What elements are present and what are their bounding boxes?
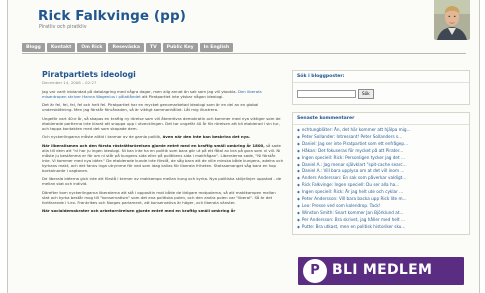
arrow-icon: ◆	[297, 196, 300, 202]
join-banner[interactable]: P BLI MEDLEM	[298, 257, 464, 285]
comment-item[interactable]: ◆ Daniel A.: Vill bara upplysa om at det …	[293, 168, 469, 175]
comment-item[interactable]: ◆ Håkan: Det fokuseras för mycket på att …	[293, 148, 469, 155]
comment-item[interactable]: ◆ Ingen speciell: Rick: Personligen tycke…	[293, 155, 469, 162]
join-banner-text[interactable]: BLI MEDLEM	[332, 262, 432, 278]
comment-text[interactable]: Håkan: Det fokuseras för mycket på att P…	[302, 148, 403, 155]
comment-text[interactable]: Rick Falkvinge: Ingen speciell: Du ser a…	[302, 182, 399, 189]
arrow-icon: ◆	[297, 147, 300, 153]
comment-item[interactable]: ◆ Peter Andersson: Vill bara backa upp Ri…	[293, 196, 469, 203]
arrow-icon: ◆	[297, 127, 300, 132]
search-box: Sök i bloggposter: Sök	[292, 70, 470, 105]
arrow-icon: ◆	[297, 175, 300, 181]
blog-title[interactable]: Rick Falkvinge (pp)	[38, 8, 186, 24]
comment-text[interactable]: Ingen speciell: Rick: Personligen tycker…	[302, 155, 405, 162]
recent-comments-box: Senaste kommentarer ◆ echtungbläter: Än, …	[292, 112, 470, 235]
blog-page: Rick Falkvinge (pp) Piratliv och piratkl…	[7, 0, 480, 293]
arrow-icon: ◆	[297, 168, 300, 174]
main-nav: Blogg Kontakt Om Rick Reseväska TV Publi…	[22, 43, 234, 52]
arrow-icon: ◆	[297, 182, 300, 188]
comment-item[interactable]: ◆ Winston Smith: Snart kommer Jan Björklu…	[293, 210, 469, 217]
post-paragraph: Ungefär vart 40:e år, så skapas en kraft…	[42, 115, 281, 131]
comment-text[interactable]: Daniel A.: Vill bara upplysa om at det v…	[302, 168, 404, 175]
post-title[interactable]: Piratpartiets ideologi	[42, 70, 284, 79]
comment-text[interactable]: Putte: Bra utkast, men en politisk histo…	[302, 224, 406, 231]
comment-text[interactable]: Winston Smith: Snart kommer Jan Björklun…	[302, 210, 404, 217]
logo-letter: P	[310, 263, 320, 278]
arrow-icon: ◆	[297, 223, 300, 229]
post-text: att Piratpartiet inte ytskar någon ideol…	[140, 94, 224, 100]
comment-item[interactable]: ◆ echtungbläter: Än, det här kommer att h…	[293, 127, 469, 134]
comment-item[interactable]: ◆ Per Andersson: Bra skrivet, jag håller …	[293, 217, 469, 224]
comment-item[interactable]: ◆ Daniel A.: Jag menar självklart "spit-c…	[293, 162, 469, 169]
nav-item-tv[interactable]: TV	[145, 43, 161, 52]
post-paragraph: När liberalismen och den första rösträtt…	[42, 143, 284, 174]
post-bold-text: När socialdemokrater och arbetarrörelsen…	[42, 208, 236, 214]
post-paragraph: Och nyckerlingarna måste alltid i tanmar…	[42, 134, 284, 139]
nav-item-in-english[interactable]: In English	[199, 43, 234, 52]
search-input[interactable]	[297, 90, 356, 98]
arrow-icon: ◆	[297, 133, 300, 139]
nav-item-kontakt[interactable]: Kontakt	[46, 43, 76, 52]
arrow-icon: ◆	[297, 216, 300, 222]
search-row: Sök	[293, 83, 469, 104]
author-portrait	[434, 0, 470, 40]
post-paragraph: Det är fel, fel, fel, fel och helt fel. …	[42, 102, 259, 113]
post-paragraph: De liberala idéerna gick inte att förstå…	[42, 176, 282, 187]
pirate-party-logo-icon: P	[303, 259, 327, 283]
nav-item-reseväska[interactable]: Reseväska	[108, 43, 144, 52]
comment-item[interactable]: ◆ Ingen speciell: Rick: Är jag helt ute o…	[293, 189, 469, 196]
post-bold-text: även när den inte kan beskriva det nya.	[162, 134, 251, 140]
post-paragraph: När socialdemokrater och arbetarrörelsen…	[42, 208, 284, 213]
comment-text[interactable]: echtungbläter: Än, det här kommer att hj…	[302, 127, 411, 134]
arrow-icon: ◆	[297, 161, 300, 167]
arrow-icon: ◆	[297, 202, 300, 208]
comment-text[interactable]: Leo: Presse ved som kalendrop. Tack!	[302, 203, 381, 210]
post-paragraph: Jag var varit inblandad på datalagring m…	[42, 89, 284, 99]
comment-text[interactable]: Peter Andersson: Vill bara backa upp Ric…	[302, 196, 407, 203]
comment-item[interactable]: ◆ Daniel: Jag ser inte Piratpartiet som e…	[293, 141, 469, 148]
comment-text[interactable]: Ingen speciell: Rick: Är jag helt ute oc…	[302, 189, 403, 196]
arrow-icon: ◆	[297, 140, 300, 146]
comment-item[interactable]: ◆ Peter Sollander: Intressant! Peter Soll…	[293, 134, 469, 141]
comment-item[interactable]: ◆ Rick Falkvinge: Ingen speciell: Du ser …	[293, 182, 469, 189]
comment-item[interactable]: ◆ Anders Andersson: En sak som påverkar v…	[293, 175, 469, 182]
arrow-icon: ◆	[297, 189, 300, 195]
search-heading: Sök i bloggposter:	[293, 71, 469, 83]
arrow-icon: ◆	[297, 209, 300, 215]
post-date: December 14, 2008 – 02:27	[42, 80, 97, 85]
comment-text[interactable]: Per Andersson: Bra skrivet, jag håller m…	[302, 217, 405, 224]
arrow-icon: ◆	[297, 154, 300, 160]
comment-item[interactable]: ◆ Putte: Bra utkast, men en politisk hist…	[293, 224, 469, 231]
blog-subtitle: Piratliv och piratkliv	[39, 25, 87, 30]
post-text: så sade alla till dem att "ni har ju ing…	[42, 142, 284, 173]
search-button[interactable]: Sök	[358, 89, 374, 99]
sidebar: Sök i bloggposter: Sök Senaste kommentar…	[292, 70, 470, 235]
comment-text[interactable]: Anders Andersson: En sak som påverkar va…	[302, 175, 406, 182]
post-paragraph: Därefter kom nyckerlingarna liberalerna …	[42, 189, 276, 205]
nav-item-blogg[interactable]: Blogg	[22, 43, 45, 52]
post-text: Och nyckerlingarna måste alltid i tanmar…	[42, 134, 163, 140]
comment-text[interactable]: Peter Sollander: Intressant! Peter Solla…	[302, 134, 402, 141]
recent-comments-heading: Senaste kommentarer	[293, 113, 469, 125]
comments-list: ◆ echtungbläter: Än, det här kommer att h…	[293, 125, 469, 234]
comment-text[interactable]: Daniel: Jag ser inte Piratpartiet som et…	[302, 141, 408, 148]
blog-post: Piratpartiets ideologi December 14, 2008…	[42, 70, 284, 216]
comment-text[interactable]: Daniel A.: Jag menar självklart "spit-ca…	[302, 162, 407, 169]
comment-item[interactable]: ◆ Leo: Presse ved som kalendrop. Tack!	[293, 203, 469, 210]
nav-item-om-rick[interactable]: Om Rick	[77, 43, 107, 52]
nav-divider	[22, 53, 466, 54]
nav-item-public-key[interactable]: Public Key	[162, 43, 198, 52]
